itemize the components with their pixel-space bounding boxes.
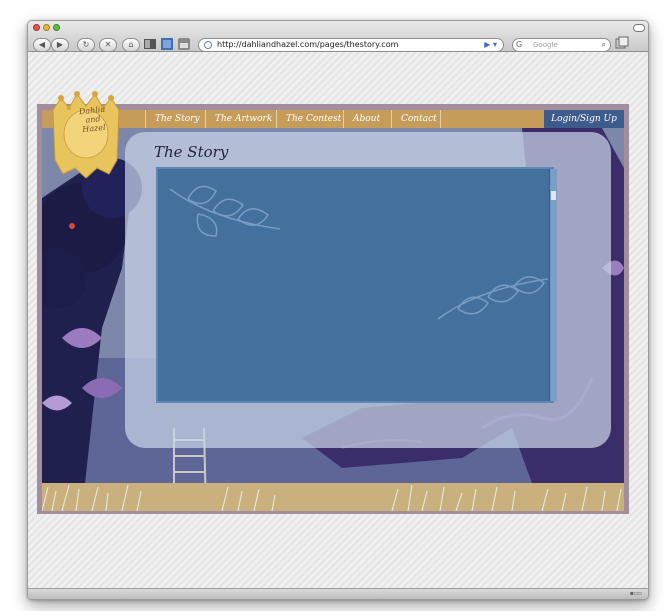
- search-placeholder: Google: [533, 41, 558, 49]
- scroll-thumb[interactable]: [551, 191, 556, 200]
- site-nav: The Story The Artwork The Contest About …: [42, 110, 624, 128]
- leaf-watermark: [169, 185, 549, 320]
- reload-icon: ↻: [82, 40, 90, 49]
- stop-icon: ✕: [104, 40, 112, 49]
- back-button[interactable]: ◀: [33, 38, 51, 52]
- nav-the-story[interactable]: The Story: [145, 110, 209, 128]
- reload-button[interactable]: ↻: [77, 38, 95, 52]
- login-signup-button[interactable]: Login/Sign Up: [544, 110, 624, 128]
- nav-divider: [440, 110, 441, 128]
- close-window-button[interactable]: [33, 24, 40, 31]
- story-content-area: [156, 167, 554, 403]
- home-button[interactable]: ⌂: [122, 38, 140, 52]
- bookmark-add-icon[interactable]: [160, 37, 174, 51]
- stop-button[interactable]: ✕: [99, 38, 117, 52]
- nav-about[interactable]: About: [343, 110, 389, 128]
- nav-contact[interactable]: Contact: [391, 110, 446, 128]
- status-icons: ▪▫▫: [629, 590, 642, 597]
- site-icon: [204, 41, 212, 49]
- status-bar: ▪▫▫: [28, 588, 648, 599]
- url-text: http://dahliandhazel.com/pages/thestory.…: [217, 40, 399, 49]
- site-logo[interactable]: Dahlia and Hazel: [47, 90, 125, 179]
- address-bar[interactable]: http://dahliandhazel.com/pages/thestory.…: [198, 38, 504, 52]
- minimize-window-button[interactable]: [43, 24, 50, 31]
- browser-window: ◀ ▶ ↻ ✕ ⌂ http://dahliandhazel.com/pages…: [27, 20, 649, 600]
- browser-toolbar: ◀ ▶ ↻ ✕ ⌂ http://dahliandhazel.com/pages…: [28, 21, 648, 52]
- logo-text: Dahlia and Hazel: [78, 104, 106, 135]
- tab-icon[interactable]: [615, 36, 629, 50]
- nav-the-artwork[interactable]: The Artwork: [205, 110, 281, 128]
- crown-logo-icon: [52, 91, 120, 179]
- go-icon[interactable]: ▶ ▾: [484, 39, 497, 51]
- nav-the-contest[interactable]: The Contest: [276, 110, 350, 128]
- forward-button[interactable]: ▶: [51, 38, 69, 52]
- home-icon: ⌂: [128, 40, 134, 49]
- bookmarks-icon[interactable]: [143, 37, 157, 51]
- page-title: The Story: [154, 143, 229, 161]
- search-icon[interactable]: ⌕: [602, 39, 606, 51]
- back-icon: ◀: [38, 40, 46, 49]
- search-engine-icon[interactable]: G: [516, 39, 522, 51]
- forward-icon: ▶: [56, 40, 64, 49]
- page-viewport: The Story The Artwork The Contest About …: [28, 52, 648, 599]
- site-frame: The Story The Artwork The Contest About …: [37, 91, 629, 514]
- rss-icon[interactable]: [177, 37, 191, 51]
- zoom-window-button[interactable]: [53, 24, 60, 31]
- toolbar-toggle-button[interactable]: [633, 24, 645, 32]
- content-scrollbar[interactable]: [549, 169, 557, 401]
- search-field[interactable]: G Google ⌕: [512, 38, 611, 52]
